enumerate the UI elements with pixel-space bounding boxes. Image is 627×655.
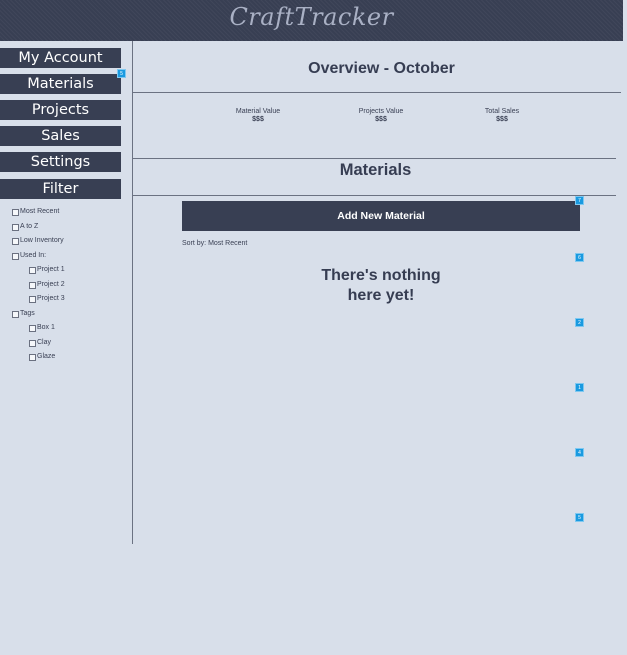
nav-my-account-button[interactable]: My Account bbox=[0, 48, 121, 68]
annotation-badge: 2 bbox=[575, 318, 584, 327]
checkbox[interactable] bbox=[12, 237, 19, 245]
stat-value: $$$ bbox=[252, 116, 264, 123]
nav-sales-button[interactable]: Sales bbox=[0, 126, 121, 146]
filter-glaze[interactable]: Glaze bbox=[29, 352, 55, 362]
stat-projects-value: Projects Value $$$ bbox=[331, 108, 431, 123]
filter-label: Project 2 bbox=[37, 281, 65, 288]
overview-title: Overview - October bbox=[308, 60, 455, 77]
checkbox[interactable] bbox=[29, 295, 36, 303]
filter-used-in[interactable]: Used In: bbox=[12, 251, 46, 261]
filter-label: Project 3 bbox=[37, 295, 65, 302]
checkbox[interactable] bbox=[12, 208, 19, 216]
filter-most-recent[interactable]: Most Recent bbox=[12, 207, 59, 217]
materials-badge: 5 bbox=[117, 69, 126, 78]
app-header: CraftTracker bbox=[0, 0, 623, 41]
checkbox[interactable] bbox=[12, 310, 19, 318]
checkbox[interactable] bbox=[12, 223, 19, 231]
nav-settings-button[interactable]: Settings bbox=[0, 152, 121, 172]
materials-divider bbox=[133, 195, 616, 196]
checkbox[interactable] bbox=[29, 281, 36, 289]
stats-divider bbox=[133, 158, 616, 159]
filter-label: Low Inventory bbox=[20, 237, 64, 244]
filter-clay[interactable]: Clay bbox=[29, 338, 51, 348]
materials-title: Materials bbox=[339, 161, 412, 179]
stat-label: Projects Value bbox=[358, 108, 404, 115]
stat-material-value: Material Value $$$ bbox=[208, 108, 308, 123]
filter-label: Glaze bbox=[37, 353, 56, 360]
nav-projects-button[interactable]: Projects bbox=[0, 100, 121, 120]
checkbox[interactable] bbox=[12, 252, 19, 260]
filter-project-3[interactable]: Project 3 bbox=[29, 294, 65, 304]
annotation-badge: 7 bbox=[575, 196, 584, 205]
annotation-badge: 4 bbox=[575, 448, 584, 457]
filter-project-1[interactable]: Project 1 bbox=[29, 265, 65, 275]
filter-label: Most Recent bbox=[20, 208, 60, 215]
filter-header-button[interactable]: Filter bbox=[0, 179, 121, 199]
annotation-badge: 6 bbox=[575, 253, 584, 262]
filter-label: A to Z bbox=[20, 223, 39, 230]
empty-state-line: here yet! bbox=[347, 287, 415, 304]
overview-divider bbox=[133, 92, 621, 93]
stat-label: Total Sales bbox=[484, 108, 520, 115]
filter-label: Clay bbox=[37, 339, 52, 346]
filter-label: Used In: bbox=[20, 252, 47, 259]
empty-state-line: There's nothing bbox=[321, 267, 441, 284]
filter-low-inventory[interactable]: Low Inventory bbox=[12, 236, 64, 246]
filter-label: Tags bbox=[20, 310, 35, 317]
stat-total-sales: Total Sales $$$ bbox=[452, 108, 552, 123]
filter-box-1[interactable]: Box 1 bbox=[29, 323, 55, 333]
add-new-material-button[interactable]: Add New Material bbox=[182, 201, 580, 231]
filter-label: Box 1 bbox=[37, 324, 55, 331]
filter-label: Project 1 bbox=[37, 266, 65, 273]
stat-label: Material Value bbox=[235, 108, 281, 115]
checkbox[interactable] bbox=[29, 339, 36, 347]
checkbox[interactable] bbox=[29, 353, 36, 361]
annotation-badge: 5 bbox=[575, 513, 584, 522]
annotation-badge: 1 bbox=[575, 383, 584, 392]
sort-by-control[interactable]: Sort by: Most Recent bbox=[182, 240, 247, 247]
filter-tags[interactable]: Tags bbox=[12, 309, 35, 319]
filter-a-to-z[interactable]: A to Z bbox=[12, 222, 38, 232]
filter-project-2[interactable]: Project 2 bbox=[29, 280, 65, 290]
checkbox[interactable] bbox=[29, 324, 36, 332]
nav-materials-button[interactable]: Materials bbox=[0, 74, 121, 94]
empty-state-message: There's nothing here yet! bbox=[281, 266, 481, 306]
checkbox[interactable] bbox=[29, 266, 36, 274]
stat-value: $$$ bbox=[375, 116, 387, 123]
sidebar-divider bbox=[132, 41, 133, 544]
app-logo: CraftTracker bbox=[229, 3, 394, 31]
stat-value: $$$ bbox=[496, 116, 508, 123]
